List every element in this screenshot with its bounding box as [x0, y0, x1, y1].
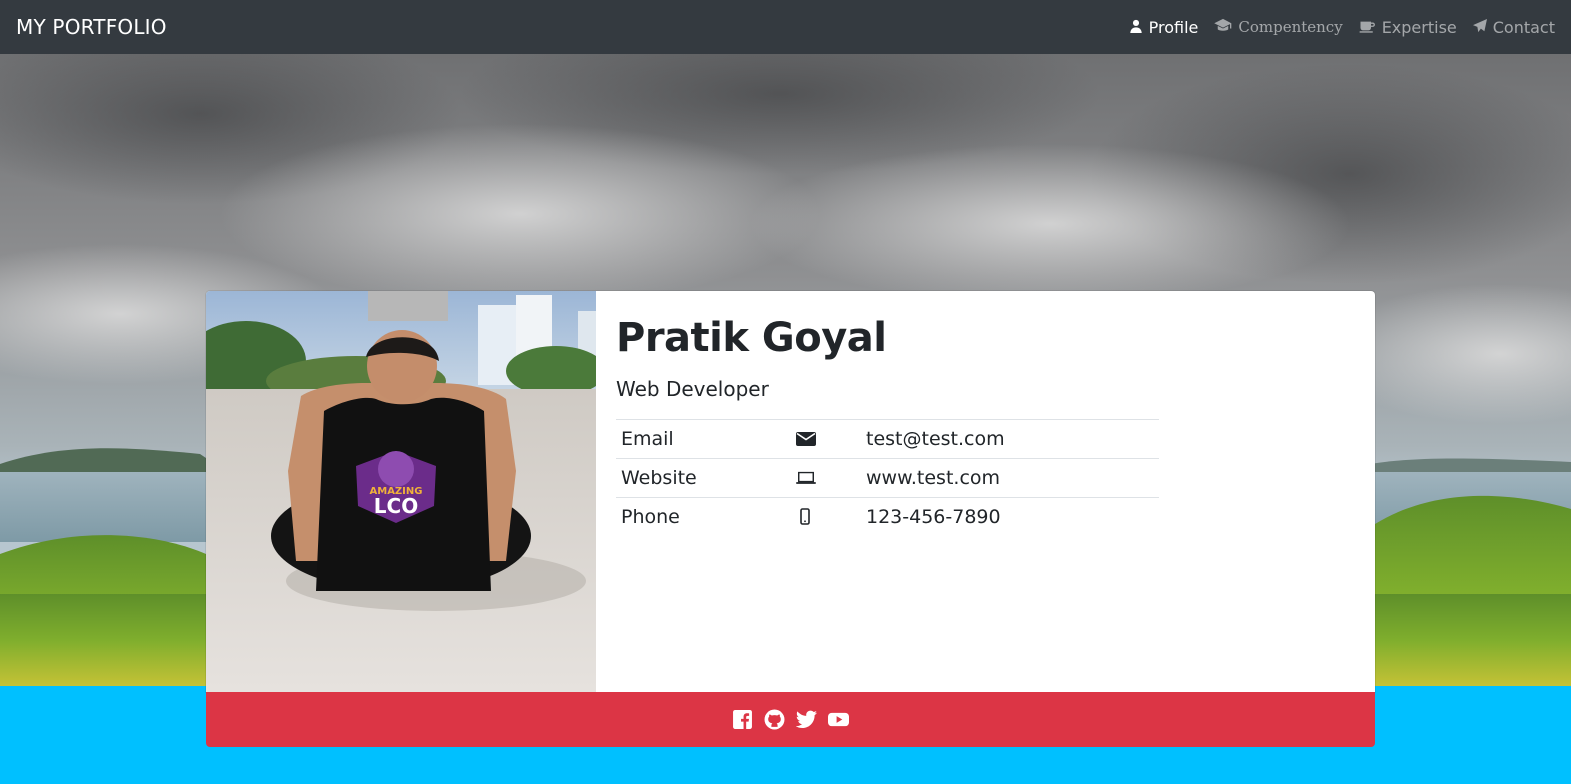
facebook-icon[interactable] — [732, 709, 754, 731]
contact-row-phone: Phone 123-456-7890 — [616, 497, 1159, 536]
nav-item-label: Profile — [1148, 17, 1199, 37]
envelope-icon — [796, 429, 856, 449]
contact-label: Phone — [616, 497, 791, 536]
profile-role: Web Developer — [616, 377, 769, 401]
photo-logo-bottom: LCO — [374, 494, 418, 518]
nav-item-expertise[interactable]: Expertise — [1359, 18, 1457, 37]
contact-table: Email test@test.com Website www.test.com… — [616, 419, 1159, 536]
nav-item-label: Compentency — [1238, 18, 1343, 36]
github-icon[interactable] — [764, 709, 786, 731]
nav-item-contact[interactable]: Contact — [1472, 17, 1555, 37]
nav-item-label: Contact — [1492, 17, 1555, 37]
mobile-icon — [796, 507, 856, 527]
contact-value[interactable]: 123-456-7890 — [861, 497, 1159, 536]
twitter-icon[interactable] — [796, 709, 818, 731]
user-icon — [1129, 18, 1143, 37]
youtube-icon[interactable] — [828, 709, 850, 731]
contact-value[interactable]: test@test.com — [861, 419, 1159, 459]
contact-row-email: Email test@test.com — [616, 419, 1159, 459]
contact-label: Email — [616, 419, 791, 459]
nav-item-competency[interactable]: Compentency — [1214, 18, 1343, 36]
brand-logo-text[interactable]: MY PORTFOLIO — [16, 15, 167, 39]
navbar: MY PORTFOLIO Profile Compentency Experti… — [0, 0, 1571, 54]
profile-card: AMAZING LCO Pratik Goyal Web Developer E… — [206, 291, 1375, 692]
profile-info: Pratik Goyal Web Developer Email test@te… — [616, 291, 1176, 536]
social-footer — [206, 692, 1375, 747]
nav-menu: Profile Compentency Expertise Contact — [1129, 18, 1555, 37]
contact-label: Website — [616, 458, 791, 498]
graduation-cap-icon — [1214, 18, 1232, 36]
profile-name: Pratik Goyal — [616, 315, 887, 361]
nav-item-profile[interactable]: Profile — [1129, 17, 1199, 37]
contact-value[interactable]: www.test.com — [861, 458, 1159, 498]
nav-item-label: Expertise — [1381, 17, 1457, 37]
coffee-icon — [1359, 18, 1376, 37]
paper-plane-icon — [1472, 18, 1487, 37]
profile-photo: AMAZING LCO — [206, 291, 606, 692]
contact-row-website: Website www.test.com — [616, 458, 1159, 498]
laptop-icon — [796, 468, 856, 488]
